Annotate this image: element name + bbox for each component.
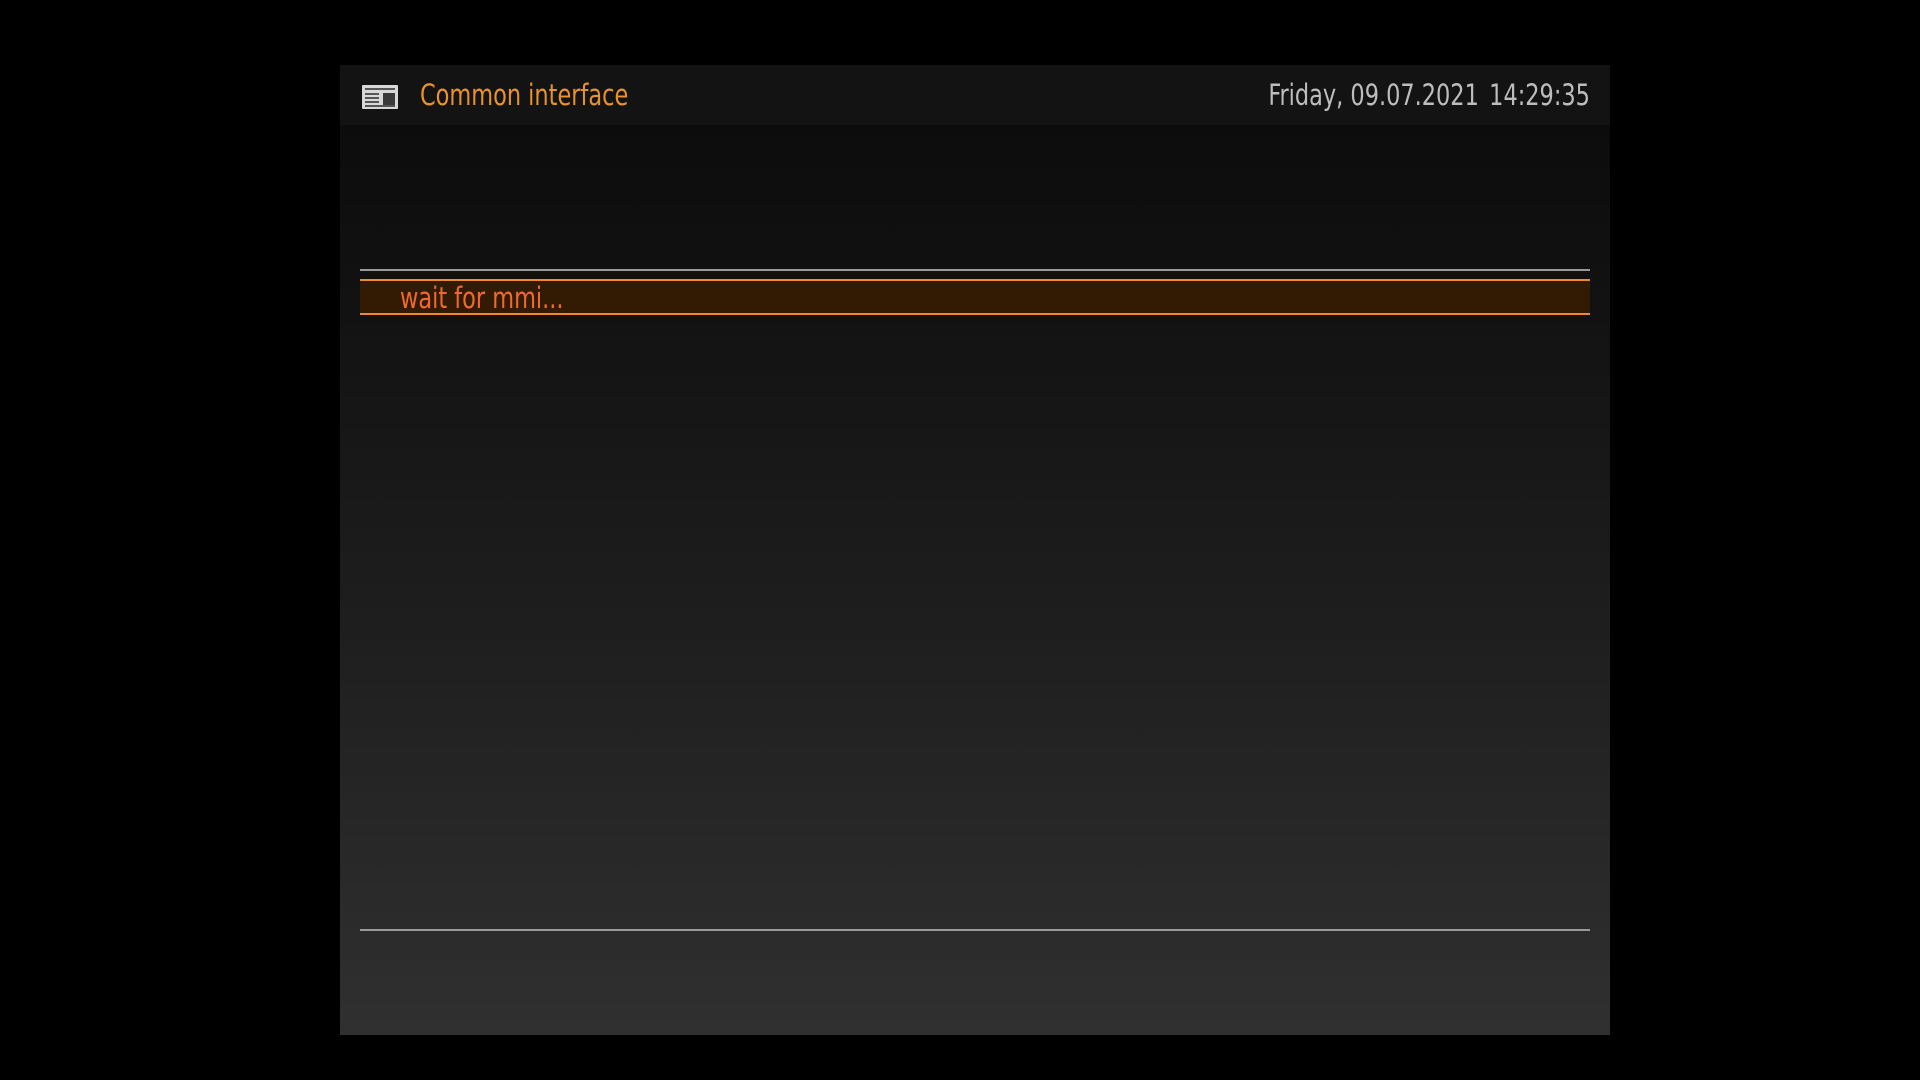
menu-item-label: wait for mmi... [400, 281, 564, 315]
list-top-divider [360, 269, 1590, 271]
common-interface-window: Common interface Friday, 09.07.2021 14:29… [340, 65, 1610, 1035]
newspaper-icon [362, 85, 398, 109]
date-time-display: Friday, 09.07.2021 14:29:35 [1268, 78, 1590, 112]
title-bar: Common interface Friday, 09.07.2021 14:29… [340, 65, 1610, 125]
menu-item-wait-for-mmi[interactable]: wait for mmi... [360, 279, 1590, 315]
list-bottom-divider [360, 929, 1590, 931]
date-label: Friday, 09.07.2021 [1268, 78, 1479, 112]
time-label: 14:29:35 [1489, 78, 1590, 112]
page-title: Common interface [420, 78, 629, 112]
